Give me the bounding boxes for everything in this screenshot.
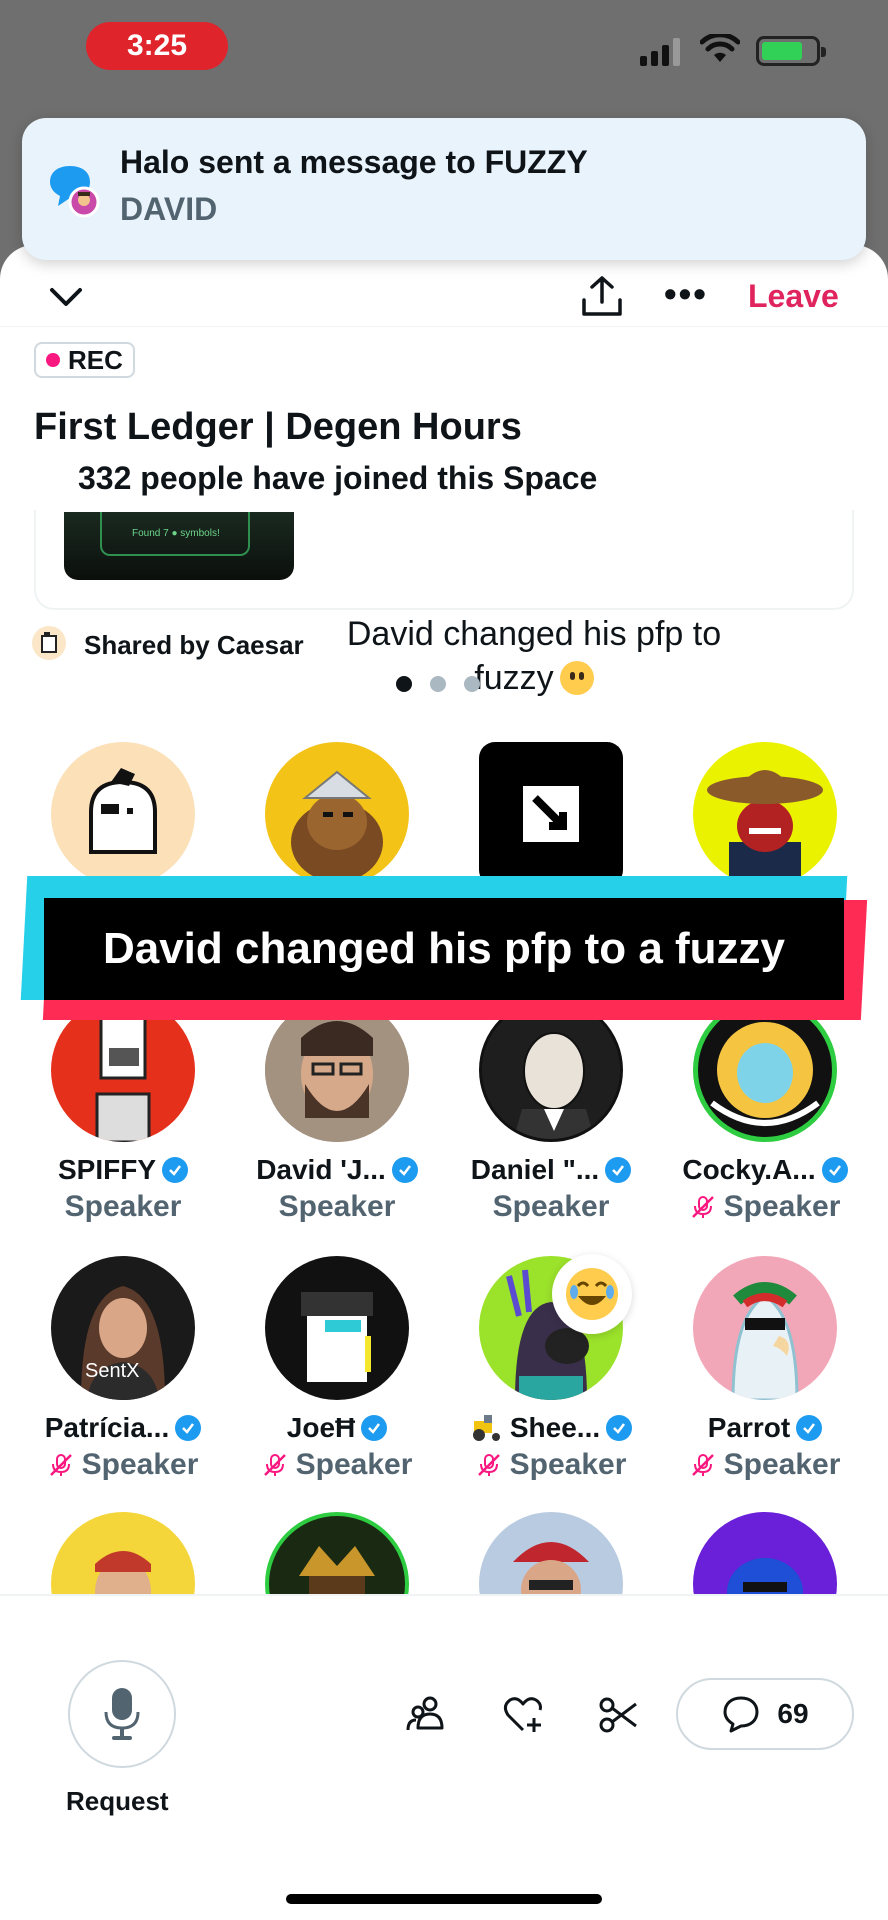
speaker-name: JoeĦ — [230, 1412, 444, 1444]
header-divider — [0, 326, 888, 327]
shared-by-label: Shared by Caesar — [84, 630, 304, 660]
speaker-cocky[interactable]: Cocky.A... Speaker — [658, 998, 872, 1224]
verified-icon — [361, 1415, 388, 1441]
carousel-dots[interactable] — [396, 676, 480, 692]
speaker-name: Shee... — [444, 1412, 658, 1444]
more-icon[interactable]: ••• — [664, 276, 708, 312]
speaker-role: Speaker — [230, 1448, 444, 1482]
muted-mic-icon — [49, 1454, 72, 1476]
people-icon[interactable] — [406, 1694, 448, 1736]
shared-post-image[interactable]: Found 7 ● symbols! — [64, 512, 294, 580]
avatar — [693, 742, 837, 886]
wifi-icon — [700, 34, 740, 62]
avatar — [479, 742, 623, 886]
verified-icon — [796, 1415, 823, 1441]
speaker-role: Speaker — [658, 1190, 872, 1224]
speaker-name: David 'J... — [230, 1154, 444, 1186]
speaker-name: Daniel "... — [444, 1154, 658, 1186]
heart-plus-icon[interactable] — [502, 1694, 544, 1736]
muted-mic-icon — [263, 1454, 286, 1476]
host-avatar-1[interactable] — [16, 742, 230, 886]
notification-subtitle: DAVID — [120, 191, 218, 227]
share-icon[interactable] — [580, 274, 624, 318]
home-indicator[interactable] — [286, 1894, 602, 1904]
notification-title: Halo sent a message to FUZZY — [120, 144, 588, 180]
speaker-role: Speaker — [658, 1448, 872, 1482]
message-notification[interactable]: Halo sent a message to FUZZY DAVID — [22, 118, 866, 260]
avatar-watermark: SentX — [85, 1360, 140, 1382]
request-mic-button[interactable] — [68, 1660, 176, 1768]
speaker-name: SPIFFY — [16, 1154, 230, 1186]
speaker-david[interactable]: David 'J... Speaker — [230, 998, 444, 1224]
leave-button[interactable]: Leave — [748, 278, 839, 315]
microphone-icon — [104, 1688, 140, 1740]
bottom-divider — [0, 1594, 888, 1596]
status-bar: 3:25 — [0, 0, 888, 110]
verified-icon — [391, 1157, 418, 1183]
speaker-joe[interactable]: JoeĦ Speaker — [230, 1256, 444, 1482]
face-emoji-icon — [559, 661, 594, 695]
speaker-role: Speaker — [444, 1448, 658, 1482]
speaker-name: Parrot — [658, 1412, 872, 1444]
avatar — [32, 626, 66, 660]
muted-mic-icon — [691, 1454, 714, 1476]
host-avatar-2[interactable] — [230, 742, 444, 886]
pfp-change-caption: David changed his pfp to fuzzy — [334, 612, 734, 700]
request-label[interactable]: Request — [66, 1786, 169, 1817]
scissors-icon[interactable] — [598, 1694, 640, 1736]
space-title: First Ledger | Degen Hours — [34, 406, 522, 448]
verified-icon — [605, 1157, 632, 1183]
comments-button[interactable]: 69 — [676, 1678, 854, 1750]
speaker-role: Speaker — [278, 1190, 396, 1223]
speaker-spiffy[interactable]: SPIFFY Speaker — [16, 998, 230, 1224]
host-avatar-3[interactable] — [444, 742, 658, 886]
laughing-emoji-icon — [552, 1254, 632, 1334]
speaker-role: Speaker — [16, 1448, 230, 1482]
verified-icon — [162, 1157, 188, 1183]
joined-count: 332 people have joined this Space — [78, 460, 598, 496]
host-avatar-4[interactable] — [658, 742, 872, 886]
speaker-patricia[interactable]: SentX Patrícia... Speaker — [16, 1256, 230, 1482]
speaker-name: Cocky.A... — [658, 1154, 872, 1186]
rec-label: REC — [68, 344, 123, 375]
rec-badge: REC — [34, 342, 135, 378]
caption-banner: David changed his pfp to a fuzzy — [20, 876, 868, 1020]
cellular-signal-icon — [640, 38, 680, 66]
muted-mic-icon — [477, 1454, 500, 1476]
caption-banner-text: David changed his pfp to a fuzzy — [102, 924, 786, 973]
carousel-dot[interactable] — [396, 676, 412, 692]
chevron-down-icon[interactable] — [48, 282, 84, 312]
speaker-daniel[interactable]: Daniel "... Speaker — [444, 998, 658, 1224]
verified-icon — [821, 1157, 848, 1183]
tractor-emoji-icon — [472, 1415, 500, 1441]
verified-icon — [175, 1415, 202, 1441]
avatar — [51, 742, 195, 886]
speaker-parrot[interactable]: Parrot Speaker — [658, 1256, 872, 1482]
speaker-role: Speaker — [64, 1190, 182, 1223]
shared-image-caption: Found 7 ● symbols! — [132, 528, 220, 539]
comment-icon — [723, 1696, 759, 1733]
muted-mic-icon — [691, 1196, 714, 1218]
battery-icon — [756, 36, 826, 66]
avatar — [265, 1256, 409, 1400]
carousel-dot[interactable] — [464, 676, 480, 692]
status-time: 3:25 — [86, 22, 228, 70]
avatar — [693, 1256, 837, 1400]
verified-icon — [606, 1415, 633, 1441]
avatar — [265, 742, 409, 886]
avatar: SentX — [51, 1256, 195, 1400]
message-icon — [50, 166, 100, 218]
carousel-dot[interactable] — [430, 676, 446, 692]
speaker-role: Speaker — [492, 1190, 610, 1223]
speaker-name: Patrícia... — [16, 1412, 230, 1444]
comment-count: 69 — [777, 1698, 809, 1729]
rec-dot-icon — [46, 353, 60, 367]
